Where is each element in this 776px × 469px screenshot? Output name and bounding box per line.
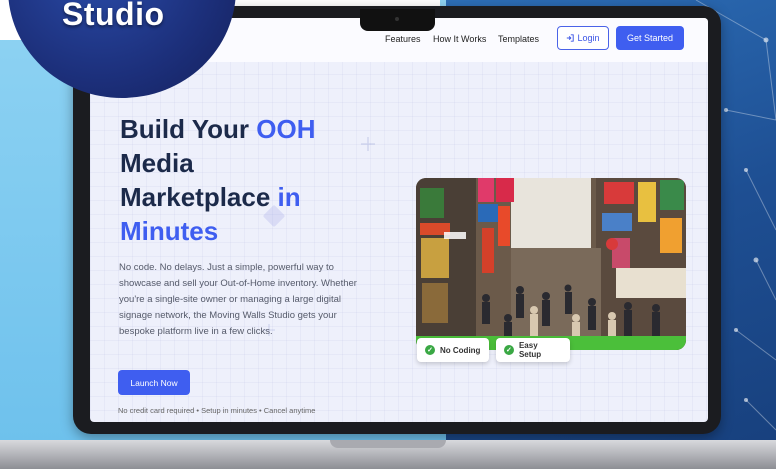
headline-highlight: OOH	[256, 114, 316, 144]
headline-text: Marketplace	[120, 182, 271, 212]
login-label: Login	[577, 33, 600, 43]
hero-description: No code. No delays. Just a simple, power…	[119, 262, 357, 337]
headline-text: Build Your	[120, 114, 250, 144]
laptop-base-notch	[330, 440, 446, 448]
feature-label: No Coding	[440, 345, 481, 355]
launch-now-button[interactable]: Launch Now	[118, 370, 190, 395]
fine-print: No credit card required • Setup in minut…	[118, 406, 316, 415]
camera-icon	[395, 17, 399, 21]
nav-link-features[interactable]: Features	[385, 34, 421, 44]
check-circle-icon: ✓	[504, 345, 514, 355]
headline-highlight: in	[277, 182, 301, 212]
feature-label: Easy Setup	[518, 341, 542, 359]
headline-highlight: Minutes	[120, 216, 219, 246]
headline-text: Media	[120, 148, 194, 178]
nav-link-templates[interactable]: Templates	[498, 34, 539, 44]
studio-badge-label: Studio	[62, 0, 165, 32]
hero-image-street-scene	[416, 178, 686, 350]
nav-link-how-it-works[interactable]: How It Works	[433, 34, 486, 44]
feature-pill-easy-setup: ✓ Easy Setup	[496, 338, 570, 362]
check-circle-icon: ✓	[425, 345, 435, 355]
login-button[interactable]: Login	[557, 26, 609, 50]
login-icon	[567, 34, 575, 42]
get-started-button[interactable]: Get Started	[616, 26, 684, 50]
hero-headline: Build Your OOH Media Marketplace in Minu…	[120, 112, 370, 248]
feature-pill-no-coding: ✓ No Coding	[417, 338, 489, 362]
